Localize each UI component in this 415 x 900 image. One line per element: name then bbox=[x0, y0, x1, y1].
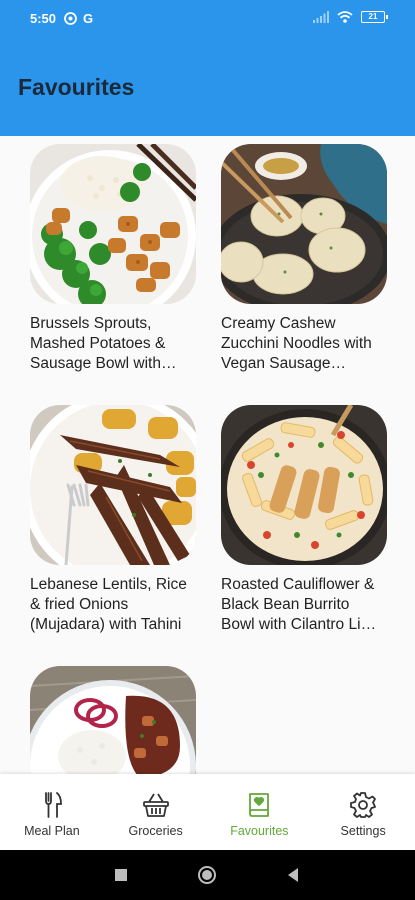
back-icon[interactable] bbox=[282, 864, 304, 886]
recipe-card[interactable]: Creamy Cashew Zucchini Noodles with Vega… bbox=[221, 144, 387, 374]
nav-label: Settings bbox=[340, 824, 386, 838]
camera-notification-icon bbox=[64, 12, 77, 25]
app-screen: 5:50 G 21 Favourites Brussels Sprouts, M… bbox=[0, 0, 415, 900]
recipe-image bbox=[30, 405, 196, 565]
home-icon[interactable] bbox=[196, 864, 218, 886]
nav-label: Groceries bbox=[128, 824, 183, 838]
recipe-card[interactable]: Roasted Cauliflower & Black Bean Burrito… bbox=[221, 405, 387, 635]
recipe-card[interactable]: Lebanese Lentils, Rice & fried Onions (M… bbox=[30, 405, 196, 635]
favourite-book-icon bbox=[249, 793, 270, 817]
status-time: 5:50 bbox=[30, 11, 57, 26]
basket-icon bbox=[142, 793, 169, 817]
recipe-image bbox=[221, 405, 387, 565]
wifi-icon bbox=[337, 11, 353, 23]
gear-icon bbox=[350, 792, 377, 818]
favourites-grid: Brussels Sprouts, Mashed Potatoes & Saus… bbox=[0, 136, 415, 774]
recipe-image bbox=[30, 666, 196, 774]
utensils-icon bbox=[44, 792, 62, 818]
google-icon: G bbox=[83, 11, 94, 26]
app-header: 5:50 G 21 Favourites bbox=[0, 0, 415, 136]
nav-settings[interactable]: Settings bbox=[311, 774, 415, 850]
recipe-card[interactable]: Brussels Sprouts, Mashed Potatoes & Saus… bbox=[30, 144, 196, 374]
recipe-name: Creamy Cashew Zucchini Noodles with Vega… bbox=[221, 315, 372, 372]
status-bar: 5:50 G 21 bbox=[0, 0, 415, 36]
recipe-card[interactable] bbox=[30, 666, 196, 774]
nav-meal-plan[interactable]: Meal Plan bbox=[0, 774, 104, 850]
nav-label: Meal Plan bbox=[24, 824, 80, 838]
recipe-name: Brussels Sprouts, Mashed Potatoes & Saus… bbox=[30, 315, 166, 372]
page-title: Favourites bbox=[18, 74, 135, 100]
recipe-image bbox=[30, 144, 196, 304]
recents-icon[interactable] bbox=[110, 864, 132, 886]
nav-groceries[interactable]: Groceries bbox=[104, 774, 208, 850]
signal-icon bbox=[313, 11, 329, 23]
recipe-name: Roasted Cauliflower & Black Bean Burrito… bbox=[221, 576, 383, 633]
nav-favourites[interactable]: Favourites bbox=[208, 774, 312, 850]
system-navigation-bar bbox=[0, 850, 415, 900]
nav-label: Favourites bbox=[230, 824, 289, 838]
recipe-image bbox=[221, 144, 387, 304]
battery-icon: 21 bbox=[361, 11, 388, 23]
recipe-name: Lebanese Lentils, Rice & fried Onions (M… bbox=[30, 576, 187, 633]
bottom-navigation: Meal Plan Groceries Favourites Settings bbox=[0, 774, 415, 850]
